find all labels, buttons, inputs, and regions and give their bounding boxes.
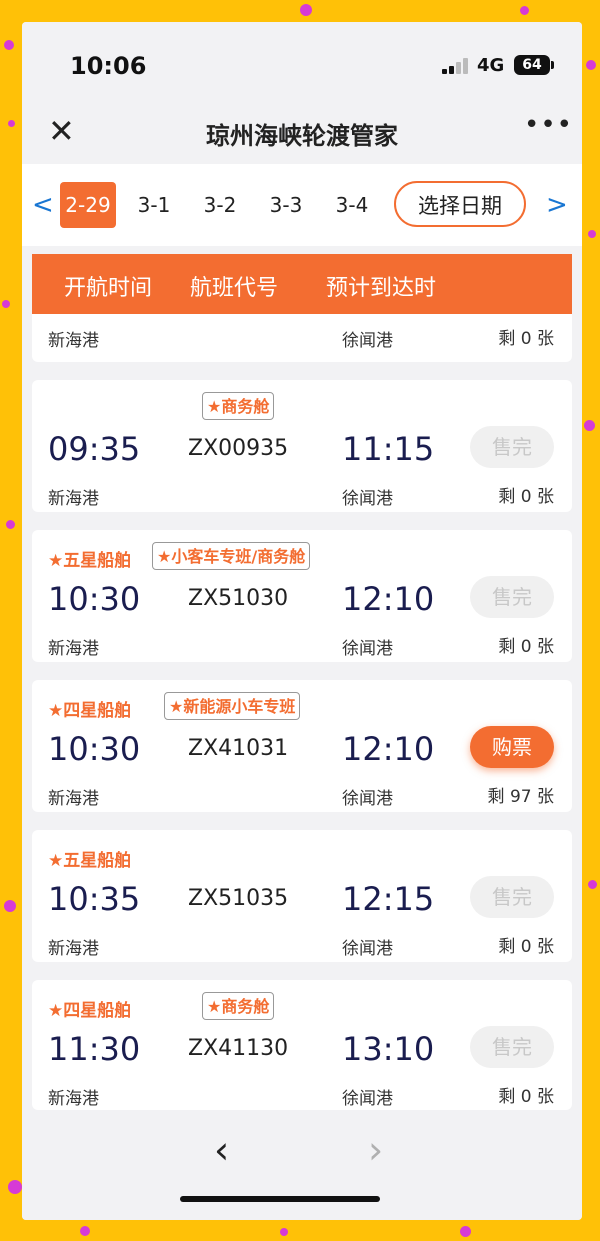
date-tab[interactable]: 3-2 bbox=[192, 182, 248, 228]
sold-out-button[interactable]: 售完 bbox=[470, 576, 554, 618]
remaining-seats: 剩 0 张 bbox=[498, 329, 554, 349]
back-icon[interactable]: ‹ bbox=[214, 1128, 229, 1172]
phone-screen: 10:06 4G 64 ✕ 琼州海峡轮渡管家 ••• < 2-29 3-1 3-… bbox=[22, 22, 582, 1220]
date-tab[interactable]: 3-1 bbox=[126, 182, 182, 228]
header-flight-code: 航班代号 bbox=[190, 276, 279, 301]
pick-date-button[interactable]: 选择日期 bbox=[394, 181, 526, 227]
departure-port: 新海港 bbox=[48, 639, 99, 659]
arrival-time: 12:10 bbox=[342, 580, 435, 618]
sailing-card[interactable]: ★商务舱 09:35 ZX00935 11:15 售完 新海港 徐闻港 剩 0 … bbox=[32, 380, 572, 512]
prev-date-arrow-icon[interactable]: < bbox=[32, 190, 54, 220]
buy-ticket-button[interactable]: 购票 bbox=[470, 726, 554, 768]
arrival-port: 徐闻港 bbox=[342, 489, 393, 509]
departure-port: 新海港 bbox=[48, 489, 99, 509]
departure-time: 10:35 bbox=[48, 880, 141, 918]
sailing-card[interactable]: ★四星船舶 ★新能源小车专班 10:30 ZX41031 12:10 购票 新海… bbox=[32, 680, 572, 812]
status-time: 10:06 bbox=[70, 52, 147, 80]
departure-port: 新海港 bbox=[48, 939, 99, 959]
status-bar: 10:06 4G 64 bbox=[22, 22, 582, 102]
remaining-seats: 剩 0 张 bbox=[498, 637, 554, 657]
header-depart-time: 开航时间 bbox=[64, 276, 153, 301]
arrival-port: 徐闻港 bbox=[342, 789, 393, 809]
remaining-seats: 剩 97 张 bbox=[487, 787, 554, 807]
flight-code: ZX41130 bbox=[188, 1036, 289, 1061]
flight-code: ZX51035 bbox=[188, 886, 289, 911]
arrival-port: 徐闻港 bbox=[342, 639, 393, 659]
forward-icon[interactable]: › bbox=[368, 1128, 383, 1172]
cabin-badge: ★新能源小车专班 bbox=[164, 692, 301, 720]
arrival-time: 12:15 bbox=[342, 880, 435, 918]
date-selector: < 2-29 3-1 3-2 3-3 3-4 选择日期 > bbox=[22, 164, 582, 246]
remaining-seats: 剩 0 张 bbox=[498, 1087, 554, 1107]
arrival-time: 13:10 bbox=[342, 1030, 435, 1068]
nav-header: ✕ 琼州海峡轮渡管家 ••• bbox=[22, 102, 582, 162]
cabin-badge: ★小客车专班/商务舱 bbox=[152, 542, 311, 570]
browser-bottom-bar: ‹ › bbox=[22, 1110, 582, 1220]
sailing-card[interactable]: ★四星船舶 ★商务舱 11:30 ZX41130 13:10 售完 新海港 徐闻… bbox=[32, 980, 572, 1110]
sailing-card[interactable]: ★五星船舶 ★小客车专班/商务舱 10:30 ZX51030 12:10 售完 … bbox=[32, 530, 572, 662]
ship-rating-tag: ★五星船舶 bbox=[48, 551, 132, 571]
flight-code: ZX51030 bbox=[188, 586, 289, 611]
remaining-seats: 剩 0 张 bbox=[498, 487, 554, 507]
departure-time: 10:30 bbox=[48, 730, 141, 768]
arrival-port: 徐闻港 bbox=[342, 1089, 393, 1109]
departure-time: 11:30 bbox=[48, 1030, 141, 1068]
flight-code: ZX00935 bbox=[188, 436, 289, 461]
table-header: 开航时间 航班代号 预计到达时 bbox=[32, 254, 572, 314]
battery-icon: 64 bbox=[514, 55, 554, 75]
sold-out-button[interactable]: 售完 bbox=[470, 876, 554, 918]
header-arrive-time: 预计到达时 bbox=[326, 276, 437, 301]
arrival-port: 徐闻港 bbox=[342, 331, 393, 351]
signal-icon bbox=[442, 58, 472, 74]
remaining-seats: 剩 0 张 bbox=[498, 937, 554, 957]
ship-rating-tag: ★四星船舶 bbox=[48, 1001, 132, 1021]
cabin-badge: ★商务舱 bbox=[202, 392, 275, 420]
sailing-card[interactable]: ★五星船舶 10:35 ZX51035 12:15 售完 新海港 徐闻港 剩 0… bbox=[32, 830, 572, 962]
departure-port: 新海港 bbox=[48, 789, 99, 809]
arrival-time: 11:15 bbox=[342, 430, 435, 468]
ship-rating-tag: ★四星船舶 bbox=[48, 701, 132, 721]
cabin-badge: ★商务舱 bbox=[202, 992, 275, 1020]
ship-rating-tag: ★五星船舶 bbox=[48, 851, 132, 871]
more-icon[interactable]: ••• bbox=[524, 110, 573, 140]
sailing-card-partial: 新海港 徐闻港 剩 0 张 bbox=[32, 314, 572, 362]
sold-out-button[interactable]: 售完 bbox=[470, 426, 554, 468]
network-label: 4G bbox=[477, 55, 505, 76]
arrival-port: 徐闻港 bbox=[342, 939, 393, 959]
date-tab[interactable]: 3-3 bbox=[258, 182, 314, 228]
departure-time: 10:30 bbox=[48, 580, 141, 618]
departure-port: 新海港 bbox=[48, 331, 99, 351]
home-indicator[interactable] bbox=[180, 1196, 380, 1202]
date-tabs: 2-29 3-1 3-2 3-3 3-4 bbox=[60, 182, 380, 228]
flight-code: ZX41031 bbox=[188, 736, 289, 761]
departure-time: 09:35 bbox=[48, 430, 141, 468]
date-tab-active[interactable]: 2-29 bbox=[60, 182, 116, 228]
date-tab[interactable]: 3-4 bbox=[324, 182, 380, 228]
departure-port: 新海港 bbox=[48, 1089, 99, 1109]
arrival-time: 12:10 bbox=[342, 730, 435, 768]
sold-out-button[interactable]: 售完 bbox=[470, 1026, 554, 1068]
page-title: 琼州海峡轮渡管家 bbox=[206, 122, 398, 150]
next-date-arrow-icon[interactable]: > bbox=[546, 190, 568, 220]
